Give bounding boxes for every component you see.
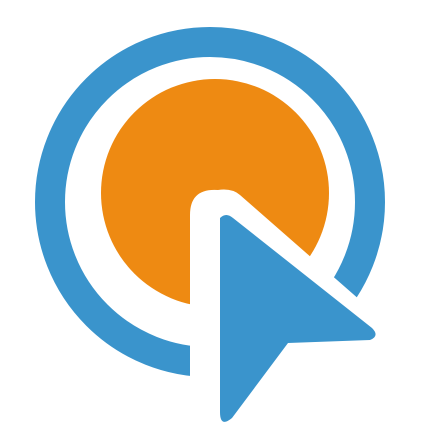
target-cursor-logo-icon <box>35 27 388 430</box>
logo-canvas <box>0 0 434 434</box>
